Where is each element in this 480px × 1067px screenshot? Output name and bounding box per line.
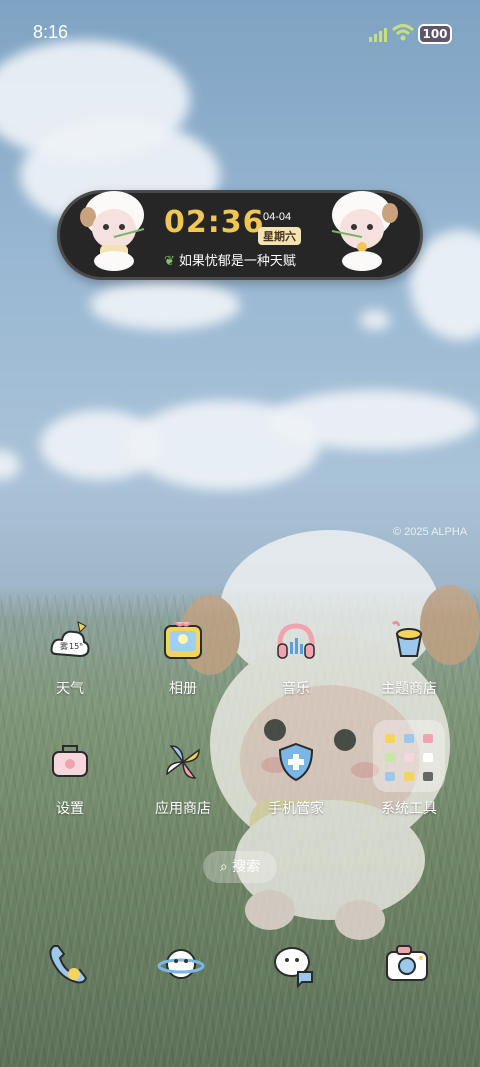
app-label: 主题商店 bbox=[381, 681, 437, 697]
app-label: 手机管家 bbox=[268, 801, 324, 817]
widget-weekday: 星期六 bbox=[258, 227, 301, 245]
widget-date: 04-04 bbox=[263, 211, 292, 223]
status-bar: 8:16 100 bbox=[0, 0, 480, 64]
pinwheel-icon bbox=[166, 745, 200, 779]
photo-frame-icon bbox=[164, 621, 202, 659]
app-music[interactable]: 音乐 bbox=[246, 620, 346, 730]
planet-browser-icon[interactable] bbox=[157, 940, 205, 988]
app-system-tools[interactable]: 系统工具 bbox=[359, 740, 459, 850]
cup-icon bbox=[391, 620, 423, 657]
status-time: 8:16 bbox=[33, 22, 69, 42]
sprout-icon: ❦ bbox=[164, 254, 175, 269]
app-phone-manager[interactable]: 手机管家 bbox=[246, 740, 346, 850]
sheep-left-icon bbox=[80, 191, 145, 271]
chat-bubble-icon[interactable] bbox=[270, 940, 318, 988]
svg-text:雾: 雾 bbox=[60, 642, 68, 651]
battery-indicator: 100 bbox=[418, 24, 452, 44]
app-app-store[interactable]: 应用商店 bbox=[133, 740, 233, 850]
app-label: 相册 bbox=[169, 681, 197, 697]
wallpaper-watermark: © 2025 ALPHA bbox=[393, 526, 468, 538]
widget-quote-text: 如果忧郁是一种天赋 bbox=[178, 254, 296, 269]
wifi-icon bbox=[392, 24, 414, 41]
app-label: 应用商店 bbox=[155, 801, 211, 817]
app-label: 音乐 bbox=[282, 681, 310, 697]
search-icon: ⌕ bbox=[219, 859, 228, 875]
toolbox-icon bbox=[52, 745, 88, 777]
app-weather[interactable]: 雾 15° 天气 bbox=[20, 620, 120, 730]
signal-icon bbox=[369, 28, 387, 42]
cloud-weather-icon: 雾 15° bbox=[50, 621, 90, 658]
clock-widget[interactable]: 02:36 04-04 星期六 ❦ 如果忧郁是一种天赋 bbox=[57, 190, 423, 280]
app-label: 系统工具 bbox=[381, 801, 437, 817]
widget-time: 02:36 bbox=[164, 205, 265, 240]
headphones-icon bbox=[277, 623, 315, 659]
sheep-right-icon bbox=[331, 191, 398, 271]
shield-icon bbox=[278, 742, 314, 782]
phone-icon[interactable] bbox=[44, 940, 92, 988]
app-theme-store[interactable]: 主题商店 bbox=[359, 620, 459, 730]
search-label: 搜索 bbox=[232, 859, 261, 875]
app-label: 设置 bbox=[56, 801, 84, 817]
svg-text:15°: 15° bbox=[69, 642, 83, 651]
app-label: 天气 bbox=[56, 681, 84, 697]
search-button[interactable]: ⌕ 搜索 bbox=[203, 851, 277, 883]
app-gallery[interactable]: 相册 bbox=[133, 620, 233, 730]
camera-icon[interactable] bbox=[383, 940, 431, 988]
app-settings[interactable]: 设置 bbox=[20, 740, 120, 850]
widget-quote: ❦ 如果忧郁是一种天赋 bbox=[164, 250, 296, 269]
